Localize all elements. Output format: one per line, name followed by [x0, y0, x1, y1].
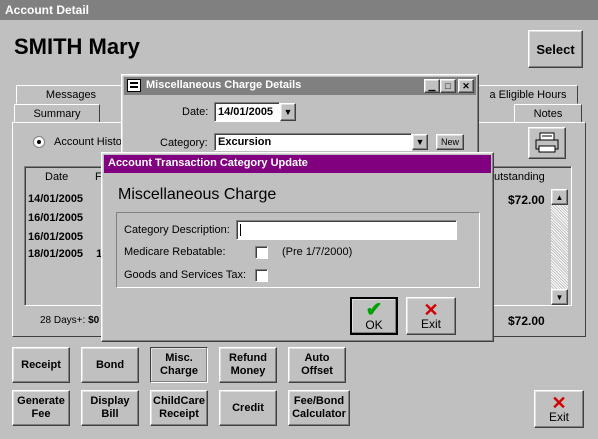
- tab-eligible-hours-label: a Eligible Hours: [489, 88, 567, 101]
- receipt-button-label: Receipt: [21, 358, 61, 371]
- credit-button[interactable]: Credit: [219, 390, 277, 426]
- arrow-down-icon: ▼: [555, 292, 564, 302]
- row-date: 18/01/2005: [28, 248, 84, 260]
- gst-label: Goods and Services Tax:: [124, 269, 247, 281]
- bond-button-label: Bond: [95, 358, 125, 371]
- update-dialog-heading: Miscellaneous Charge: [118, 186, 277, 203]
- bond-button[interactable]: Bond: [81, 347, 139, 383]
- footer-days-amount: $0: [88, 315, 100, 326]
- footer-total: $72.00: [508, 314, 545, 328]
- scroll-up-button[interactable]: ▲: [551, 189, 568, 205]
- medicare-rebatable-label: Medicare Rebatable:: [124, 246, 226, 258]
- maximize-button[interactable]: □: [440, 79, 456, 93]
- maximize-icon: □: [445, 81, 451, 91]
- patient-name: SMITH Mary: [14, 34, 140, 59]
- close-icon: ✕: [462, 80, 470, 91]
- chevron-down-icon: ▼: [283, 107, 293, 117]
- generate-fee-button[interactable]: Generate Fee: [12, 390, 70, 426]
- misc-charge-button-label: Misc. Charge: [160, 352, 198, 377]
- printer-icon: [535, 132, 559, 153]
- credit-button-label: Credit: [232, 401, 264, 414]
- childcare-receipt-button[interactable]: ChildCare Receipt: [150, 390, 208, 426]
- window-titlebar: Account Detail: [0, 0, 598, 20]
- category-description-input[interactable]: [236, 220, 457, 240]
- fee-bond-calculator-button-label: Fee/Bond Calculator: [292, 395, 346, 420]
- tab-notes[interactable]: Notes: [514, 104, 582, 123]
- childcare-receipt-button-label: ChildCare Receipt: [153, 395, 205, 420]
- minimize-icon: ▁: [428, 80, 436, 91]
- display-bill-button[interactable]: Display Bill: [81, 390, 139, 426]
- tab-messages[interactable]: Messages: [16, 85, 126, 104]
- text-cursor: [240, 224, 241, 236]
- tab-messages-label: Messages: [45, 88, 97, 101]
- date-label: Date:: [182, 106, 209, 118]
- misc-dialog-title: Miscellaneous Charge Details: [146, 79, 302, 91]
- table-scrollbar[interactable]: ▲ ▼: [551, 189, 568, 305]
- tab-eligible-hours[interactable]: a Eligible Hours: [478, 85, 578, 104]
- footer-days-text: 28 Days+:: [40, 315, 86, 326]
- select-button[interactable]: Select: [528, 30, 583, 68]
- fee-bond-calculator-button[interactable]: Fee/Bond Calculator: [288, 390, 350, 426]
- update-exit-button-label: Exit: [420, 316, 441, 331]
- medicare-rebatable-checkbox[interactable]: [255, 246, 268, 259]
- table-row[interactable]: 14/01/2005: [28, 193, 83, 205]
- new-category-button[interactable]: New: [436, 134, 464, 150]
- table-row[interactable]: 18/01/2005 1: [28, 248, 102, 260]
- ok-button[interactable]: ✔ OK: [350, 297, 398, 335]
- scroll-down-button[interactable]: ▼: [551, 289, 568, 305]
- table-row[interactable]: 16/01/2005: [28, 212, 83, 224]
- close-x-icon: ✕: [551, 392, 567, 413]
- refund-money-button-label: Refund Money: [229, 352, 267, 377]
- close-x-icon: ✕: [423, 299, 439, 320]
- refund-money-button[interactable]: Refund Money: [219, 347, 277, 383]
- date-dropdown-button[interactable]: ▼: [280, 103, 296, 121]
- tab-notes-label: Notes: [533, 107, 563, 120]
- print-button[interactable]: [528, 127, 566, 159]
- table-row[interactable]: 16/01/2005: [28, 231, 83, 243]
- col-header-outstanding: utstanding: [494, 171, 545, 183]
- category-label: Category:: [160, 137, 208, 149]
- auto-offset-button-label: Auto Offset: [301, 352, 333, 377]
- window-title: Account Detail: [5, 3, 90, 17]
- row-date: 16/01/2005: [28, 231, 84, 243]
- category-field[interactable]: Excursion: [214, 133, 412, 151]
- form-icon: [127, 79, 141, 92]
- exit-button[interactable]: ✕ Exit: [534, 390, 584, 428]
- row-outstanding: $72.00: [508, 193, 545, 207]
- tab-summary-label: Summary: [33, 107, 81, 120]
- misc-charge-button[interactable]: Misc. Charge: [150, 347, 208, 383]
- col-header-date: Date: [45, 171, 69, 183]
- generate-fee-button-label: Generate Fee: [17, 395, 65, 420]
- checkmark-icon: ✔: [365, 298, 383, 321]
- display-bill-button-label: Display Bill: [90, 395, 130, 420]
- footer-days-label: 28 Days+: $0: [40, 315, 99, 326]
- chevron-down-icon: ▼: [415, 137, 425, 147]
- update-exit-button[interactable]: ✕ Exit: [406, 297, 456, 335]
- select-button-label: Select: [536, 41, 575, 57]
- account-history-label: Account Histo: [54, 136, 122, 148]
- category-value: Excursion: [218, 136, 272, 148]
- date-value: 14/01/2005: [218, 106, 274, 118]
- gst-checkbox[interactable]: [255, 269, 268, 282]
- exit-button-label: Exit: [548, 409, 569, 424]
- close-button[interactable]: ✕: [458, 79, 474, 93]
- minimize-button[interactable]: ▁: [424, 79, 440, 93]
- tab-summary[interactable]: Summary: [14, 104, 100, 123]
- arrow-up-icon: ▲: [555, 192, 564, 202]
- category-dropdown-button[interactable]: ▼: [412, 134, 428, 150]
- category-description-label: Category Description:: [124, 224, 230, 236]
- ok-button-label: OK: [365, 317, 383, 332]
- receipt-button[interactable]: Receipt: [12, 347, 70, 383]
- medicare-note: (Pre 1/7/2000): [282, 246, 353, 258]
- date-field[interactable]: 14/01/2005: [214, 102, 280, 122]
- account-history-radio[interactable]: [33, 136, 45, 148]
- row-date: 14/01/2005: [28, 193, 84, 205]
- update-dialog-title: Account Transaction Category Update: [108, 157, 308, 169]
- auto-offset-button[interactable]: Auto Offset: [288, 347, 346, 383]
- update-dialog-titlebar: Account Transaction Category Update: [104, 155, 491, 173]
- new-category-label: New: [440, 136, 459, 147]
- row-date: 16/01/2005: [28, 212, 84, 224]
